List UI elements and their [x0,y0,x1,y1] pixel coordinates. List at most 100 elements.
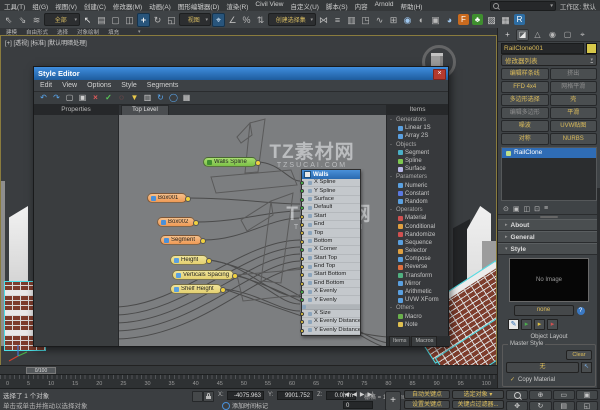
node-output-socket[interactable] [185,196,191,202]
toolbar-icon[interactable]: ⊞ [387,13,400,27]
playback-icon[interactable]: ▶| [367,391,373,398]
toolbar-icon[interactable]: ▣ [429,13,442,27]
style-editor-menu-item[interactable]: Options [87,82,111,89]
items-list-row[interactable]: Selector [387,247,448,255]
menu-item[interactable]: 工具(T) [4,1,25,11]
node-output-socket[interactable] [220,287,226,293]
stack-tool-icon[interactable]: ▣ [513,205,520,213]
items-list-row[interactable]: Linear 1S [387,124,448,132]
toolbar-icon[interactable]: 全部 ▾ [44,13,80,26]
graph-node[interactable]: Height [170,255,208,265]
modifier-button[interactable]: FFD 4x4 [501,81,549,93]
toolbar-icon[interactable]: ▢ [109,13,122,27]
copy-material-checkbox[interactable]: ✓ Copy Material [506,376,592,383]
node-canvas[interactable]: TZ素材网 TZSUCAI.COM TZ素材网 TZSUCAI.COM Wall… [119,115,386,346]
viewport-nav-icon[interactable]: ⊕ [529,390,551,400]
items-list-row[interactable]: Array 2S [387,132,448,140]
generator-node-header[interactable]: Walls [302,170,360,179]
command-panel-tab-icon[interactable]: ⌖ [576,29,589,41]
toolbar-icon[interactable]: R [513,13,526,27]
menu-item[interactable]: 渲染(R) [226,1,248,11]
time-slider-handle[interactable]: 0/100 [26,367,56,374]
generator-input-slot[interactable]: End [302,221,360,229]
style-editor-tool-icon[interactable]: ▥ [142,92,153,104]
rollout-about[interactable]: About [498,219,600,231]
key-filters-button[interactable]: 关键点过滤器... [452,400,504,409]
style-editor-tool-icon[interactable]: ↶ [38,92,49,104]
toolbar-icon[interactable]: ▥ [345,13,358,27]
modifier-button[interactable]: 对称 [501,133,549,145]
style-editor-menu-item[interactable]: Segments [147,82,179,89]
track-bar[interactable]: 0510152025303540455055606570758085909510… [0,374,497,388]
modifier-button[interactable]: 编辑多边形 [501,107,549,119]
viewport-label[interactable]: [+] [透视] [标准] [默认明暗处理] [5,38,87,47]
toolbar-icon[interactable]: F [457,13,470,27]
items-list-row[interactable]: Random [387,198,448,206]
stack-tool-icon[interactable]: ⊙ [503,205,509,213]
modifier-button[interactable]: 壳 [550,94,598,106]
rollout-style[interactable]: Style [498,243,600,255]
items-panel-header[interactable]: Items [387,105,448,115]
absolute-offset-toggle[interactable]: + [385,391,401,410]
viewport-nav-icon[interactable]: ▭ [553,390,575,400]
pick-object-icon[interactable]: ↖ [581,362,592,373]
current-frame-field[interactable]: 0 [343,401,373,409]
modifier-button[interactable]: 平滑 [550,107,598,119]
items-list-row[interactable]: Others [387,304,448,312]
node-output-socket[interactable] [200,238,206,244]
toolbar-icon[interactable]: 视图 ▾ [179,13,211,26]
add-time-tag[interactable]: 添加时间标记 [232,401,268,410]
close-icon[interactable]: × [433,69,446,80]
selected-dropdown[interactable]: 选定对象 ▾ [452,390,504,399]
playback-icon[interactable]: |◀ [343,391,349,398]
toolbar-icon[interactable]: ⇅ [254,13,267,27]
canvas-tab-top-level[interactable]: Top Level [121,105,169,115]
stack-tool-icon[interactable]: ≡ [544,205,548,212]
style-editor-menu-item[interactable]: Style [121,82,137,89]
menu-item[interactable]: Civil View [255,1,283,11]
items-list-row[interactable]: Parameters [387,173,448,181]
library-action-icon[interactable]: ✎ [508,319,519,330]
library-action-icon[interactable]: ▸ [534,319,545,330]
menu-item[interactable]: 视图(V) [55,1,77,11]
command-panel-tab-icon[interactable]: ◉ [546,29,559,41]
toolbar-icon[interactable]: + [137,13,150,27]
workspace-selector[interactable]: 工作区: 默认 [560,1,596,11]
help-icon[interactable]: ? [577,307,585,315]
items-list-row[interactable]: Compose [387,255,448,263]
style-editor-tool-icon[interactable]: ◯ [168,92,179,104]
command-panel-tab-icon[interactable]: ▢ [561,29,574,41]
style-name-button[interactable]: none [514,305,574,316]
toolbar-icon[interactable]: ↖ [81,13,94,27]
style-editor-tool-icon[interactable]: ✓ [103,92,114,104]
toolbar-icon[interactable]: ♣ [471,13,484,27]
generator-input-slot[interactable]: End Bottom [302,280,360,288]
toolbar-icon[interactable]: ▤ [95,13,108,27]
toolbar-icon[interactable]: ⇖ [2,13,15,27]
isolate-selection-icon[interactable] [192,391,203,402]
style-editor-tool-icon[interactable]: ↷ [51,92,62,104]
command-panel-tab-icon[interactable]: △ [531,29,544,41]
clear-button[interactable]: Clear [566,350,592,360]
items-list-row[interactable]: Conditional [387,222,448,230]
viewport-nav-icon[interactable]: ✥ [506,401,528,410]
graph-node[interactable]: Segment [160,235,202,245]
style-editor-tool-icon[interactable]: ▢ [64,92,75,104]
library-action-icon[interactable]: ▸ [521,319,532,330]
viewport-nav-icon[interactable]: ◱ [576,401,598,410]
toolbar-icon[interactable]: 创建选择集 ▾ [268,13,316,26]
items-list-row[interactable]: Arithmetic [387,288,448,296]
generator-input-slot[interactable]: Start Bottom [302,271,360,279]
graph-node[interactable]: Verticals Spacing [172,270,234,280]
stack-tool-icon[interactable]: ⊡ [534,205,540,213]
modifier-button[interactable]: 挤出 [550,68,598,80]
graph-node[interactable]: Shelf Height [170,284,222,294]
toolbar-icon[interactable]: ◐ [415,13,428,27]
toolbar-icon[interactable]: ▨ [485,13,498,27]
items-list-row[interactable]: Surface [387,165,448,173]
viewport-nav-icon[interactable] [506,390,528,400]
items-list-row[interactable]: Spline [387,157,448,165]
generator-input-slot[interactable]: Start [302,213,360,221]
items-list-row[interactable]: Macro [387,313,448,321]
rollout-general[interactable]: General [498,231,600,243]
